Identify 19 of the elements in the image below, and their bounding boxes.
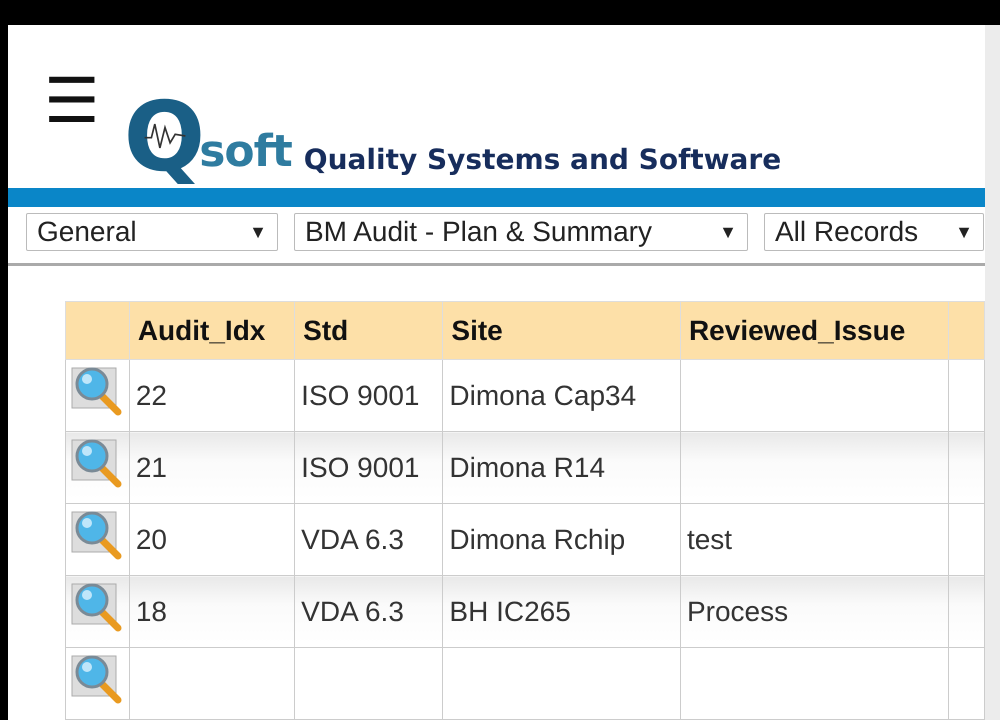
table-cell: VDA 6.3 [294, 576, 443, 648]
table-cell: Dimona R14 [442, 432, 680, 504]
logo: Qsoft [124, 85, 292, 185]
column-header: Audit_Idx [129, 302, 295, 360]
header-cell [66, 302, 130, 360]
header-cell [948, 302, 984, 360]
table-cell: BH IC265 [442, 576, 680, 648]
column-header: Std [294, 302, 443, 360]
column-header: Site [442, 302, 680, 360]
table-cell: Process [680, 576, 949, 648]
table-cell: 21 [129, 432, 295, 504]
column-header: Reviewed_Issue [680, 302, 949, 360]
menu-button[interactable]: ☰ [44, 70, 100, 132]
filter-dropdown[interactable]: General ▼ [26, 213, 278, 252]
table-cell: 18 [129, 576, 295, 648]
tagline: Quality Systems and Software [304, 143, 782, 176]
table-cell: ISO 9001 [294, 432, 443, 504]
filter-dropdown[interactable]: All Records ▼ [764, 213, 984, 252]
filter-dropdown[interactable]: BM Audit - Plan & Summary ▼ [294, 213, 748, 252]
